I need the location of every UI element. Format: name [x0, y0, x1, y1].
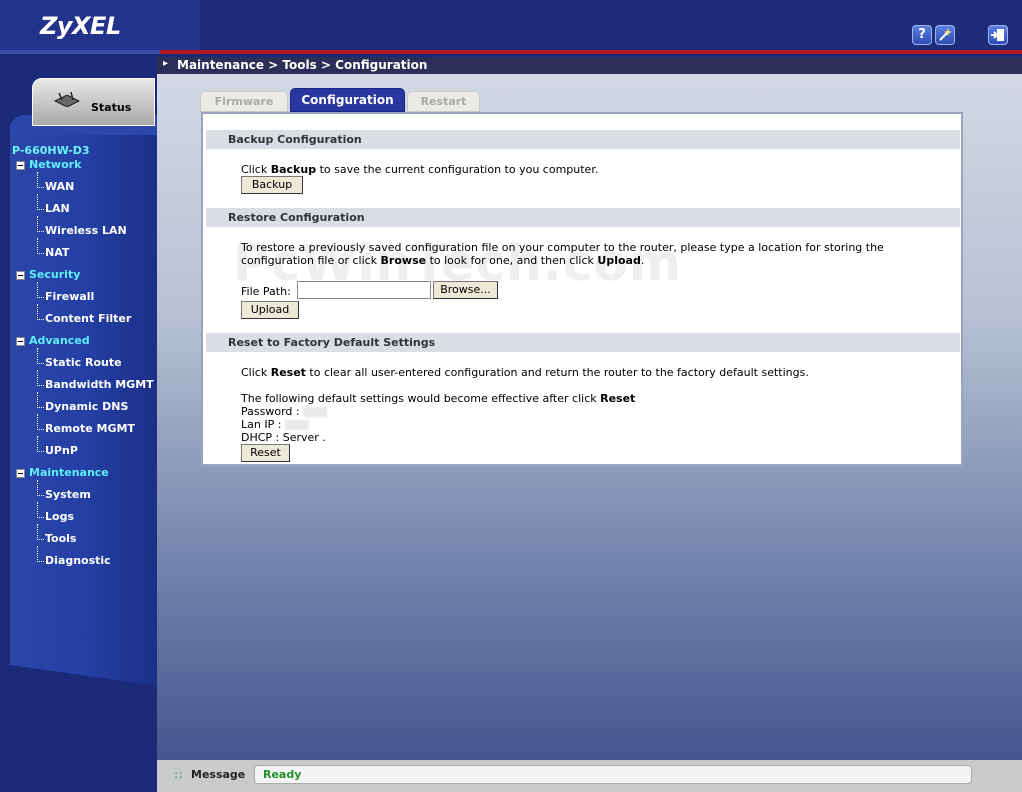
sidebar-item-tools[interactable]: Tools: [12, 524, 157, 554]
logout-icon[interactable]: [988, 25, 1008, 45]
restore-section-title: Restore Configuration: [206, 208, 960, 227]
sidebar-nav: P-660HW-D3 Network WAN LAN Wireless LAN …: [12, 144, 157, 576]
reset-section-title: Reset to Factory Default Settings: [206, 333, 960, 352]
device-model: P-660HW-D3: [12, 144, 90, 157]
wizard-icon[interactable]: [935, 25, 955, 45]
redacted-value: [303, 407, 328, 417]
restore-description-line2: configuration file or click Browse to lo…: [241, 254, 645, 267]
browse-button[interactable]: Browse...: [433, 281, 498, 299]
tab-firmware[interactable]: Firmware: [200, 91, 288, 112]
default-lan-ip: Lan IP :: [241, 418, 309, 431]
default-dhcp: DHCP : Server .: [241, 431, 326, 444]
status-label: Status: [91, 101, 132, 114]
message-bar: ∷ Message Ready: [157, 760, 1022, 792]
breadcrumb: Maintenance > Tools > Configuration: [177, 58, 428, 72]
nav-category-label: Network: [29, 158, 82, 171]
exit-door-icon: [991, 29, 1004, 41]
sidebar-item-diagnostic[interactable]: Diagnostic: [12, 546, 157, 576]
collapse-icon[interactable]: [16, 337, 25, 346]
reset-description: Click Reset to clear all user-entered co…: [241, 366, 809, 379]
header: ZyXEL ?: [0, 0, 1022, 53]
header-diagonal: [150, 0, 178, 53]
message-status: Ready: [263, 768, 302, 781]
sidebar-item-wireless-lan[interactable]: Wireless LAN: [12, 216, 157, 246]
sidebar-item-firewall[interactable]: Firewall: [12, 282, 157, 312]
dots-icon: ∷: [175, 769, 182, 782]
nav-category-security[interactable]: Security: [12, 268, 157, 290]
zyxel-logo: ZyXEL: [40, 12, 121, 40]
nav-category-label: Security: [29, 268, 81, 281]
nav-category-advanced[interactable]: Advanced: [12, 334, 157, 356]
reset-button[interactable]: Reset: [241, 444, 290, 462]
file-path-label: File Path:: [241, 285, 291, 298]
sidebar-item-static-route[interactable]: Static Route: [12, 348, 157, 378]
help-icon[interactable]: ?: [912, 25, 932, 45]
sidebar-item-wan[interactable]: WAN: [12, 172, 157, 202]
tab-restart[interactable]: Restart: [407, 91, 480, 112]
collapse-icon[interactable]: [16, 271, 25, 280]
sidebar-item-nat[interactable]: NAT: [12, 238, 157, 268]
status-tab[interactable]: Status: [32, 78, 155, 126]
nav-category-label: Maintenance: [29, 466, 109, 479]
backup-button[interactable]: Backup: [241, 176, 303, 194]
nav-category-maintenance[interactable]: Maintenance: [12, 466, 157, 488]
sidebar-item-lan[interactable]: LAN: [12, 194, 157, 224]
configuration-panel: PcWinTech.com Backup Configuration Click…: [201, 112, 963, 466]
sidebar-item-content-filter[interactable]: Content Filter: [12, 304, 157, 334]
router-icon: [53, 91, 81, 107]
breadcrumb-arrow-icon: ▸: [163, 58, 169, 69]
sidebar-item-bandwidth-mgmt[interactable]: Bandwidth MGMT: [12, 370, 157, 400]
backup-section-title: Backup Configuration: [206, 130, 960, 149]
header-blue-line: [0, 50, 160, 54]
message-box: Ready: [254, 765, 972, 784]
sidebar-item-remote-mgmt[interactable]: Remote MGMT: [12, 414, 157, 444]
upload-button[interactable]: Upload: [241, 301, 299, 319]
tab-configuration[interactable]: Configuration: [290, 88, 405, 112]
reset-defaults-intro: The following default settings would bec…: [241, 392, 636, 405]
restore-description-line1: To restore a previously saved configurat…: [241, 241, 884, 254]
file-path-input[interactable]: [297, 281, 431, 299]
backup-description: Click Backup to save the current configu…: [241, 163, 599, 176]
redacted-value: [284, 420, 309, 430]
message-label: Message: [191, 768, 246, 781]
collapse-icon[interactable]: [16, 161, 25, 170]
sidebar-item-upnp[interactable]: UPnP: [12, 436, 157, 466]
sidebar-item-system[interactable]: System: [12, 480, 157, 510]
breadcrumb-bar: ▸ Maintenance > Tools > Configuration: [157, 57, 1022, 74]
collapse-icon[interactable]: [16, 469, 25, 478]
wand-icon: [939, 28, 952, 41]
sidebar-item-logs[interactable]: Logs: [12, 502, 157, 532]
sidebar-item-dynamic-dns[interactable]: Dynamic DNS: [12, 392, 157, 422]
default-password: Password :: [241, 405, 328, 418]
nav-category-network[interactable]: Network: [12, 158, 157, 180]
nav-category-label: Advanced: [29, 334, 90, 347]
